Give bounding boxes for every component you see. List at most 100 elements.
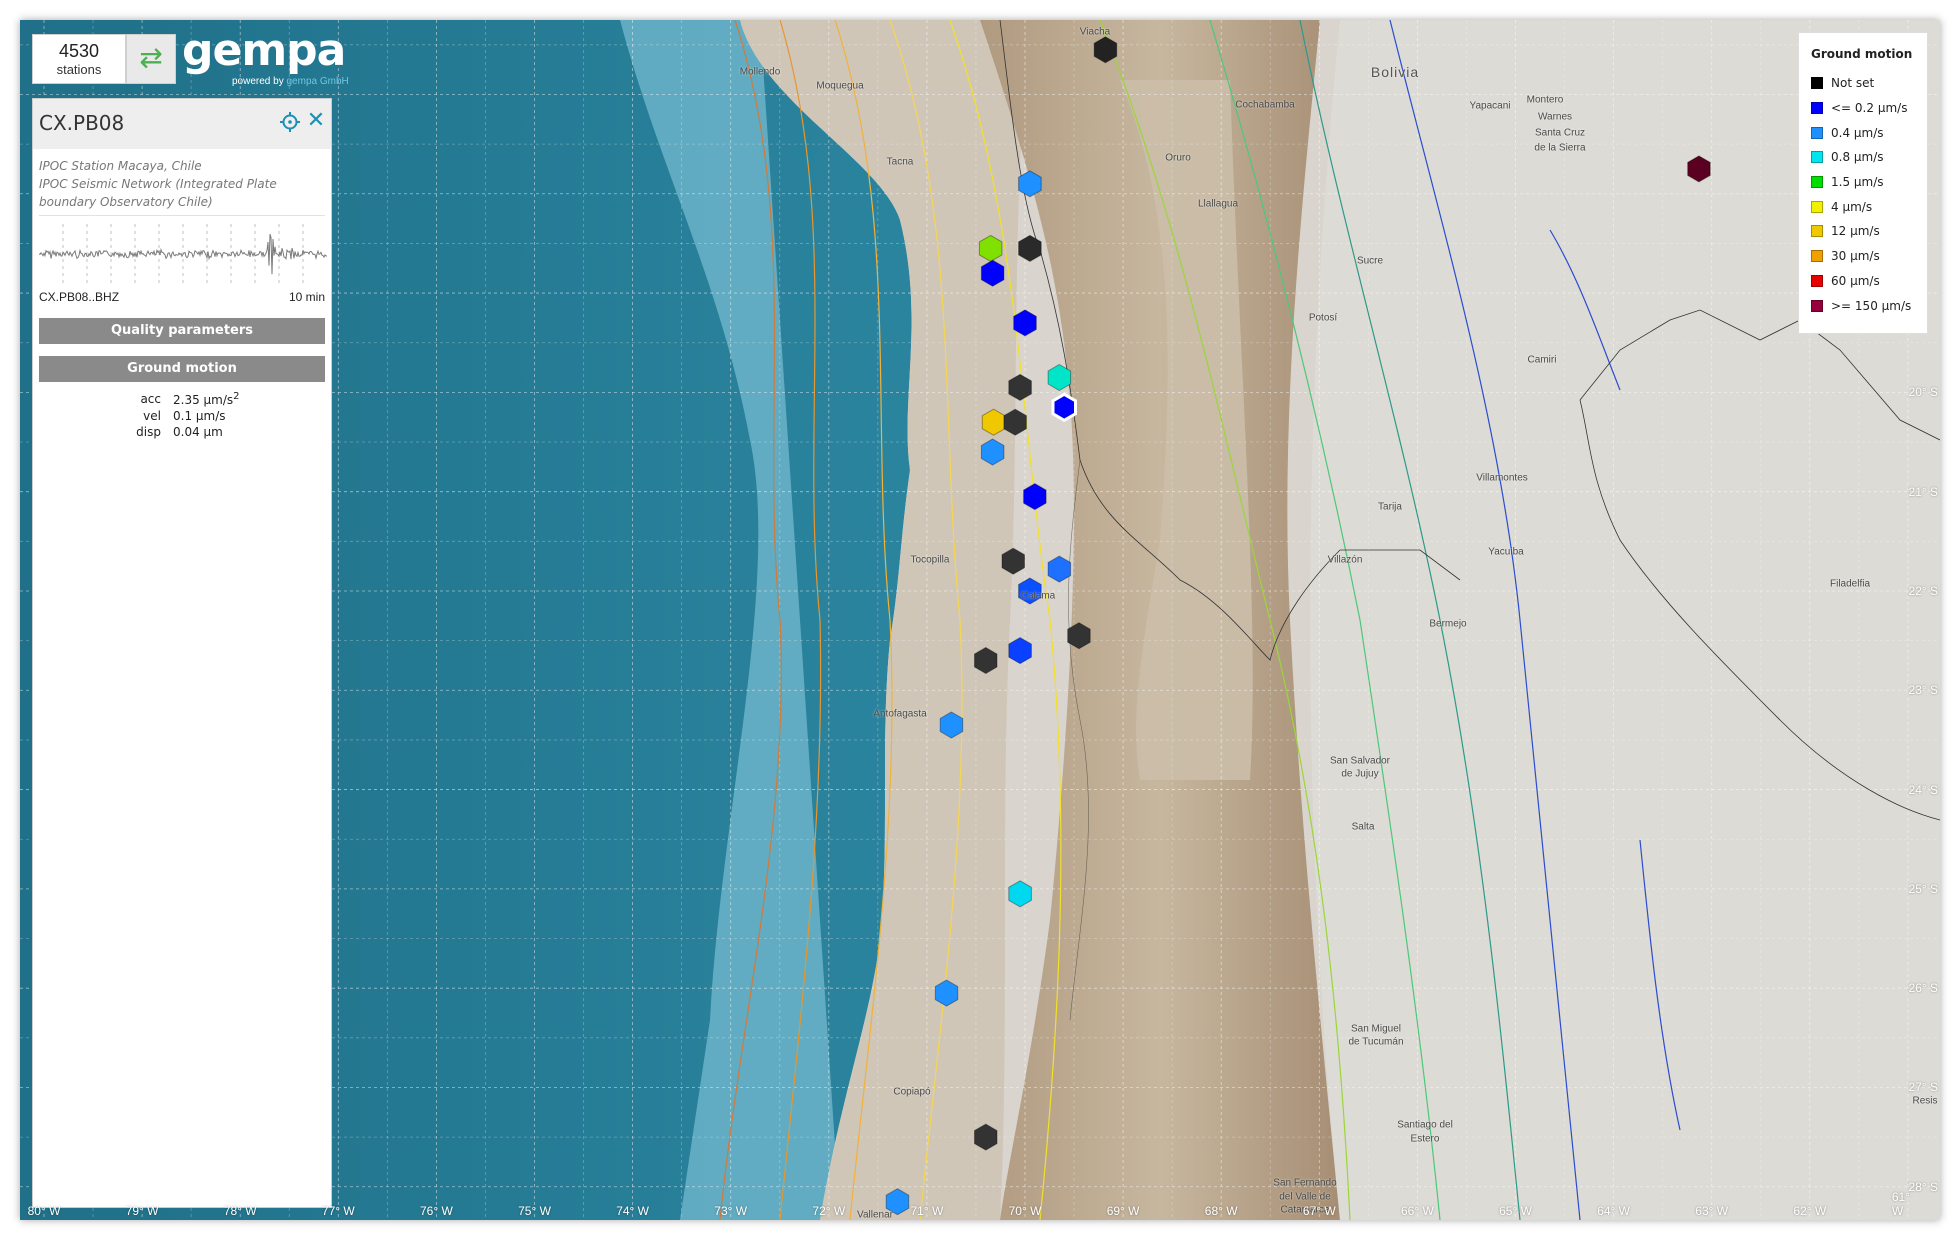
city-label: Yapacani [1469, 100, 1511, 112]
station-marker-selected[interactable] [1051, 392, 1077, 423]
city-label: Tocopilla [910, 554, 950, 566]
ground-motion-value: 0.1 μm/s [173, 409, 226, 423]
city-label: Filadelfia [1829, 578, 1871, 590]
description-line: IPOC Seismic Network (Integrated Plate [39, 177, 277, 191]
brand-powered-by: powered by gempa GmbH [232, 76, 349, 87]
city-label: San Salvador [1329, 755, 1391, 767]
city-label: Sucre [1356, 255, 1384, 267]
swap-arrows-icon: ⇄ [139, 41, 163, 74]
waveform-time-span: 10 min [288, 290, 325, 304]
city-label: Tacna [886, 156, 914, 168]
station-count: 4530 [58, 41, 100, 61]
legend-label: 0.8 μm/s [1831, 150, 1884, 165]
latitude-label: 21° S [1908, 484, 1938, 499]
description-line: boundary Observatory Chile) [39, 195, 213, 209]
legend-item: Not set [1811, 71, 1915, 96]
ground-motion-button[interactable]: Ground motion [39, 356, 325, 382]
longitude-label: 67° W [1302, 1204, 1336, 1218]
legend-title: Ground motion [1811, 47, 1913, 61]
legend-swatch [1811, 126, 1823, 139]
station-count-unit: stations [56, 62, 102, 77]
description-line: IPOC Station Macaya, Chile [39, 159, 202, 173]
legend-swatch [1811, 274, 1823, 287]
legend-item: 60 μm/s [1811, 269, 1915, 294]
city-label: Camiri [1527, 354, 1557, 366]
city-label: Resis [1912, 1095, 1938, 1107]
legend-label: 1.5 μm/s [1831, 175, 1884, 190]
city-label: del Valle de [1279, 1191, 1331, 1203]
legend-item: 0.8 μm/s [1811, 145, 1915, 170]
station-counter: 4530 stations [32, 34, 126, 84]
city-label: de la Sierra [1534, 142, 1586, 154]
legend-label: Not set [1831, 76, 1875, 91]
ground-motion-key: vel [143, 409, 161, 423]
close-icon[interactable]: ✕ [305, 109, 327, 133]
swap-view-button[interactable]: ⇄ [126, 34, 176, 84]
latitude-label: 25° S [1908, 881, 1938, 896]
city-label: Yacuiba [1488, 546, 1524, 558]
ground-motion-value: 0.04 μm [173, 425, 223, 439]
city-label: Santa Cruz [1534, 127, 1586, 139]
legend-item: <= 0.2 μm/s [1811, 96, 1915, 121]
longitude-label: 68° W [1204, 1204, 1238, 1218]
ground-motion-table: acc 2.35 μm/s2 vel 0.1 μm/s disp 0.04 μm [33, 390, 331, 440]
waveform-plot[interactable] [39, 220, 327, 288]
legend-item: 30 μm/s [1811, 244, 1915, 269]
ground-motion-value-cell: 2.35 μm/s2 [173, 390, 331, 408]
longitude-label: 71° W [910, 1204, 944, 1218]
ground-motion-legend: Ground motion Not set <= 0.2 μm/s 0.4 μm/s… [1798, 32, 1928, 334]
waveform-svg [39, 224, 327, 284]
legend-item: 1.5 μm/s [1811, 170, 1915, 195]
legend-item: 0.4 μm/s [1811, 120, 1915, 145]
brand-link[interactable]: gempa GmbH [286, 76, 348, 87]
waveform-footer: CX.PB08..BHZ 10 min [39, 288, 325, 306]
gempa-logo: gempa powered by gempa GmbH [182, 26, 349, 88]
city-label: Montero [1526, 94, 1564, 106]
longitude-label: 62° W [1793, 1204, 1827, 1218]
longitude-label: 72° W [812, 1204, 846, 1218]
ground-motion-row: disp 0.04 μm [33, 424, 331, 440]
ground-motion-value-cell: 0.04 μm [173, 424, 331, 440]
city-label: Villamontes [1476, 472, 1528, 484]
legend-label: 12 μm/s [1831, 224, 1880, 239]
city-label: Antofagasta [873, 708, 927, 720]
ground-motion-row: vel 0.1 μm/s [33, 408, 331, 424]
city-label: Copiapó [893, 1086, 931, 1098]
station-title[interactable]: CX.PB08 [39, 111, 124, 135]
latitude-label: 20° S [1908, 385, 1938, 400]
city-label: Estero [1410, 1133, 1440, 1145]
longitude-label: 80° W [27, 1204, 61, 1218]
legend-label: >= 150 μm/s [1831, 298, 1912, 313]
city-label: Cochabamba [1235, 99, 1295, 111]
country-label: Bolivia [1370, 64, 1420, 80]
longitude-label: 77° W [321, 1204, 355, 1218]
station-panel: CX.PB08 ✕ IPOC Station Macaya, Chile IPO… [32, 98, 332, 1208]
ground-motion-row: acc 2.35 μm/s2 [33, 390, 331, 408]
city-label: Santiago del [1397, 1119, 1453, 1131]
longitude-label: 73° W [714, 1204, 748, 1218]
longitude-label: 70° W [1008, 1204, 1042, 1218]
longitude-label: 74° W [616, 1204, 649, 1218]
waveform-channel: CX.PB08..BHZ [39, 290, 120, 304]
legend-swatch [1811, 299, 1823, 312]
legend-label: 0.4 μm/s [1831, 125, 1884, 140]
longitude-label: 75° W [518, 1204, 551, 1218]
city-label: Villazón [1327, 554, 1363, 566]
map-viewport[interactable]: Bolivia Viacha Moquegua Mollendo Tacna Oruro C… [20, 20, 1940, 1220]
crosshair-icon[interactable] [279, 111, 301, 133]
longitude-label: 76° W [419, 1204, 453, 1218]
longitude-label: 69° W [1106, 1204, 1140, 1218]
latitude-label: 22° S [1908, 583, 1938, 598]
ground-motion-value: 2.35 μm/s [173, 393, 234, 407]
legend-item: 4 μm/s [1811, 194, 1915, 219]
legend-swatch [1811, 77, 1823, 90]
quality-parameters-button[interactable]: Quality parameters [39, 318, 325, 344]
legend-item: 12 μm/s [1811, 219, 1915, 244]
ground-motion-value-cell: 0.1 μm/s [173, 408, 331, 424]
longitude-label: 79° W [125, 1204, 159, 1218]
longitude-label: 64° W [1597, 1204, 1630, 1218]
legend-label: 4 μm/s [1831, 199, 1873, 214]
latitude-label: 23° S [1908, 683, 1938, 698]
legend-label: 60 μm/s [1831, 273, 1880, 288]
city-label: de Jujuy [1341, 768, 1379, 780]
